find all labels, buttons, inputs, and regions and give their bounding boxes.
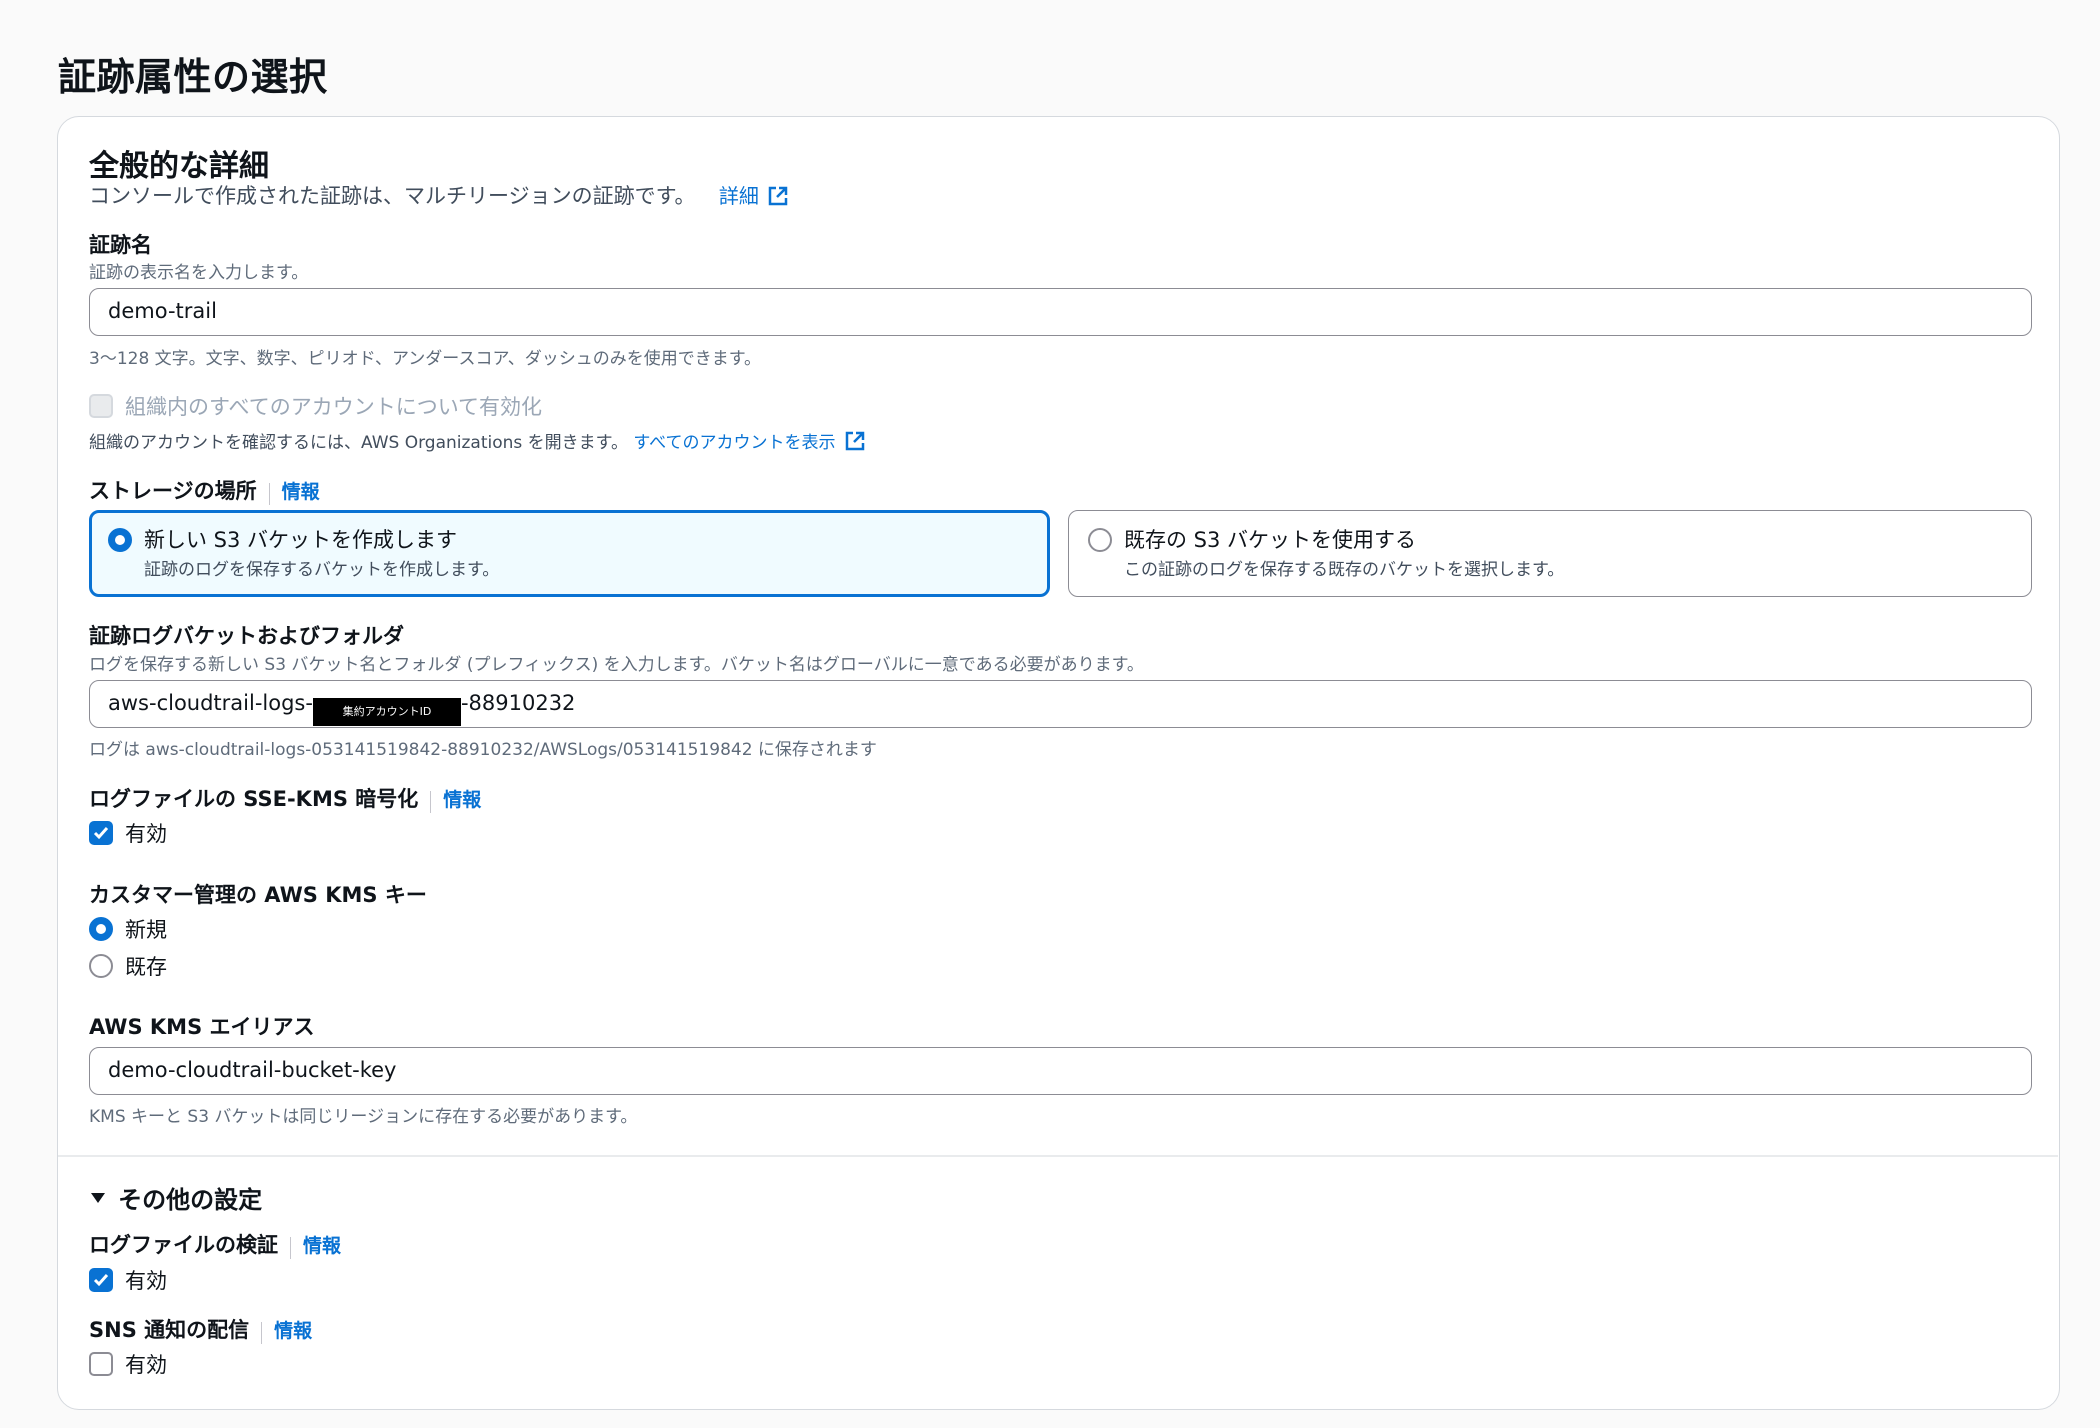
storage-option-new-description: 証跡のログを保存するバケットを作成します。: [144, 560, 500, 580]
validation-label: ログファイルの検証: [89, 1233, 278, 1257]
external-link-icon: [768, 186, 788, 206]
sse-kms-info-link[interactable]: 情報: [443, 789, 481, 811]
sns-checkbox-label: 有効: [125, 1353, 167, 1377]
trail-attributes-card: 全般的な詳細 コンソールで作成された証跡は、マルチリージョンの証跡です。 詳細 …: [57, 116, 2060, 1410]
general-description: コンソールで作成された証跡は、マルチリージョンの証跡です。: [89, 184, 696, 208]
trail-name-description: 証跡の表示名を入力します。: [89, 263, 309, 283]
kms-key-radio-existing[interactable]: [89, 954, 113, 978]
storage-option-existing-description: この証跡のログを保存する既存のバケットを選択します。: [1124, 560, 1565, 580]
other-settings-title: その他の設定: [118, 1186, 263, 1214]
storage-option-existing-bucket[interactable]: 既存の S3 バケットを使用する この証跡のログを保存する既存のバケットを選択し…: [1068, 510, 2032, 597]
storage-radio-new[interactable]: [108, 528, 132, 552]
kms-alias-hint: KMS キーと S3 バケットは同じリージョンに存在する必要があります。: [89, 1107, 638, 1127]
storage-label-row: ストレージの場所 情報: [89, 475, 320, 505]
storage-info-link[interactable]: 情報: [282, 481, 320, 503]
validation-checkbox-label: 有効: [125, 1269, 167, 1293]
kms-key-label: カスタマー管理の AWS KMS キー: [89, 883, 427, 907]
storage-option-new-bucket[interactable]: 新しい S3 バケットを作成します 証跡のログを保存するバケットを作成します。: [89, 510, 1050, 597]
section-divider: [58, 1155, 2058, 1157]
kms-key-radio-new[interactable]: [89, 917, 113, 941]
info-separator: [290, 1236, 291, 1259]
view-all-accounts-link[interactable]: すべてのアカウントを表示: [633, 431, 865, 453]
sns-checkbox[interactable]: [89, 1352, 113, 1376]
view-all-accounts-label: すべてのアカウントを表示: [633, 433, 836, 453]
bucket-path-hint: ログは aws-cloudtrail-logs-053141519842-889…: [89, 740, 877, 760]
org-enable-label: 組織内のすべてのアカウントについて有効化: [125, 395, 543, 419]
storage-radio-existing[interactable]: [1088, 528, 1112, 552]
validation-checkbox[interactable]: [89, 1268, 113, 1292]
checkmark-icon: [93, 827, 109, 840]
storage-option-existing-title: 既存の S3 バケットを使用する: [1124, 528, 1417, 552]
bucket-value-prefix: aws-cloudtrail-logs-: [108, 691, 313, 715]
bucket-description: ログを保存する新しい S3 バケット名とフォルダ (プレフィックス) を入力しま…: [89, 655, 1144, 675]
sse-kms-checkbox[interactable]: [89, 821, 113, 845]
other-settings-toggle[interactable]: その他の設定: [89, 1180, 262, 1215]
validation-label-row: ログファイルの検証 情報: [89, 1229, 341, 1259]
kms-alias-input[interactable]: demo-cloudtrail-bucket-key: [89, 1047, 2032, 1095]
sse-kms-label: ログファイルの SSE-KMS 暗号化: [89, 787, 419, 811]
caret-down-icon: [91, 1193, 105, 1203]
details-link[interactable]: 詳細: [719, 184, 789, 208]
trail-name-label: 証跡名: [89, 233, 152, 257]
storage-label: ストレージの場所: [89, 479, 257, 503]
info-separator: [261, 1321, 263, 1344]
org-description-row: 組織のアカウントを確認するには、AWS Organizations を開きます。…: [89, 428, 866, 453]
sse-kms-label-row: ログファイルの SSE-KMS 暗号化 情報: [89, 783, 481, 813]
general-description-row: コンソールで作成された証跡は、マルチリージョンの証跡です。 詳細: [89, 180, 789, 210]
bucket-input[interactable]: aws-cloudtrail-logs- 集約アカウントID -88910232: [89, 680, 2032, 728]
sse-kms-checkbox-label: 有効: [125, 822, 167, 846]
trail-name-constraint: 3〜128 文字。文字、数字、ピリオド、アンダースコア、ダッシュのみを使用できま…: [89, 349, 762, 369]
section-title-general: 全般的な詳細: [89, 149, 269, 184]
bucket-label: 証跡ログバケットおよびフォルダ: [89, 624, 404, 648]
storage-option-new-title: 新しい S3 バケットを作成します: [144, 528, 458, 552]
kms-key-option-new-label: 新規: [125, 918, 167, 942]
external-link-icon: [845, 431, 864, 451]
details-link-label: 詳細: [718, 184, 759, 208]
sns-label-row: SNS 通知の配信 情報: [89, 1314, 312, 1344]
validation-info-link[interactable]: 情報: [303, 1235, 341, 1257]
org-description: 組織のアカウントを確認するには、AWS Organizations を開きます。: [89, 433, 628, 453]
org-enable-checkbox[interactable]: [89, 394, 113, 418]
checkmark-icon: [93, 1274, 109, 1287]
page-title: 証跡属性の選択: [58, 55, 328, 99]
info-separator: [430, 790, 432, 813]
sns-label: SNS 通知の配信: [89, 1318, 250, 1342]
redacted-account-id: 集約アカウントID: [312, 698, 461, 726]
kms-alias-label: AWS KMS エイリアス: [89, 1015, 315, 1039]
info-separator: [268, 482, 270, 505]
trail-name-input[interactable]: demo-trail: [89, 288, 2032, 336]
kms-key-option-existing-label: 既存: [125, 955, 167, 979]
sns-info-link[interactable]: 情報: [274, 1320, 312, 1342]
bucket-value-suffix: -88910232: [460, 691, 576, 715]
